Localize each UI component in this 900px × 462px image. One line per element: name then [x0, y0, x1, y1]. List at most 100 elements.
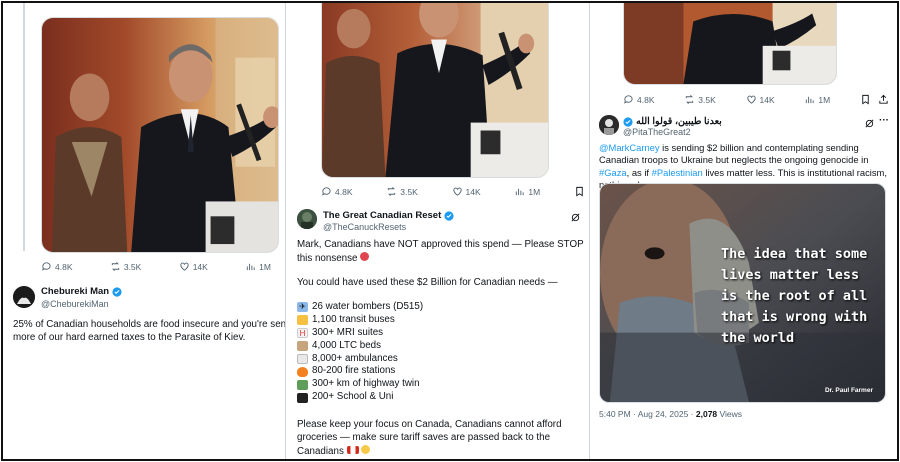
repost-icon	[686, 95, 694, 104]
heart-icon	[746, 95, 756, 104]
reply-icon	[42, 262, 51, 271]
list-item: 1,100 transit buses	[297, 314, 587, 327]
bookmark-icon	[576, 186, 583, 197]
views-count: 1M	[259, 261, 271, 272]
verified-badge-icon	[112, 286, 122, 297]
grok-icon[interactable]	[570, 210, 581, 228]
tweet-panel-chebureki: 4.8K 3.5K 14K 1M Chebureki Man @Cheburek…	[3, 3, 286, 459]
photo-illustration	[624, 3, 836, 84]
author-handle[interactable]: @CheburekiMan	[41, 299, 109, 309]
grok-icon-glyph	[865, 119, 874, 128]
list-item: ✈ 26 water bombers (D515)	[297, 301, 587, 314]
canada-flag-emoji	[346, 445, 359, 454]
hospital-emoji: H	[297, 328, 308, 339]
like-button[interactable]: 14K	[179, 261, 208, 272]
list-item-text: 80-200 fire stations	[312, 365, 396, 377]
list-item-text: 200+ School & Uni	[312, 391, 394, 403]
repost-button[interactable]: 3.5K	[386, 186, 418, 197]
tweet-intro: Mark, Canadians have NOT approved this s…	[297, 239, 587, 266]
avatar-image	[297, 209, 317, 229]
tweet-panel-pita: 4.8K 3.5K 14K 1M بعدنا طيبين، قولوا الله…	[591, 3, 897, 459]
avatar[interactable]	[13, 286, 35, 308]
views-icon	[246, 263, 255, 271]
repost-icon	[388, 187, 396, 196]
author-handle[interactable]: @PitaTheGreat2	[623, 127, 691, 137]
bus-emoji	[297, 315, 308, 326]
angry-face-emoji	[360, 251, 370, 261]
more-options-icon[interactable]: ···	[879, 115, 889, 126]
bookmark-button[interactable]	[574, 186, 585, 197]
image-signature: Dr. Paul Farmer	[824, 387, 873, 394]
reply-button[interactable]: 4.8K	[321, 186, 353, 197]
house-emoji	[297, 341, 308, 352]
views-total: 2,078	[695, 409, 718, 419]
tweet-photo-speech[interactable]	[41, 17, 279, 253]
hashtag-link[interactable]: #Gaza	[599, 167, 627, 178]
list-item-text: 1,100 transit buses	[312, 313, 395, 325]
author-name: بعدنا طيبين، قولوا الله	[636, 116, 722, 127]
repost-count: 3.5K	[123, 261, 142, 272]
repost-button[interactable]: 3.5K	[684, 94, 716, 105]
author-handle[interactable]: @TheCanuckResets	[323, 222, 406, 232]
author-name-row[interactable]: The Great Canadian Reset	[323, 210, 454, 221]
repost-count: 3.5K	[698, 94, 716, 105]
mention-link[interactable]: @MarkCarney	[599, 142, 660, 153]
tweet-photo-speech-2[interactable]	[321, 3, 549, 178]
like-button[interactable]: 14K	[452, 186, 481, 197]
bookmark-share-group	[860, 94, 889, 105]
tweet-intro-text: Mark, Canadians have NOT approved this s…	[297, 239, 584, 264]
tweet-photo-quote[interactable]: The idea that some lives matter less is …	[599, 183, 886, 403]
photo-illustration	[322, 3, 548, 177]
hashtag-link[interactable]: #Palestinian	[652, 167, 703, 178]
airplane-emoji: ✈	[297, 302, 308, 313]
reply-count: 4.8K	[637, 94, 655, 105]
graduation-cap-emoji	[297, 392, 308, 403]
like-button[interactable]: 14K	[746, 94, 775, 105]
tweet-timestamp[interactable]: 5:40 PM · Aug 24, 2025 ·	[599, 409, 696, 419]
tweet-actions: 4.8K 3.5K 14K 1M	[321, 186, 585, 197]
author-name-row[interactable]: بعدنا طيبين، قولوا الله	[623, 116, 722, 127]
screenshot-collage: 4.8K 3.5K 14K 1M Chebureki Man @Cheburek…	[1, 1, 899, 461]
like-count: 14K	[759, 94, 775, 105]
views-icon	[806, 96, 815, 104]
ambulance-emoji	[297, 354, 308, 364]
repost-count: 3.5K	[400, 186, 418, 197]
grok-icon[interactable]	[864, 116, 875, 134]
tweet-meta: 5:40 PM · Aug 24, 2025 · 2,078 Views	[599, 409, 742, 419]
fire-emoji	[297, 366, 308, 377]
views-icon	[516, 188, 525, 196]
reply-button[interactable]: 4.8K	[623, 94, 655, 105]
views-button[interactable]: 1M	[245, 261, 271, 272]
views-label: Views	[717, 409, 743, 419]
tweet-text: 25% of Canadian households are food inse…	[13, 319, 286, 343]
share-icon[interactable]	[878, 94, 889, 105]
author-name: Chebureki Man	[41, 286, 110, 297]
list-item: 8,000+ ambulances	[297, 353, 587, 366]
avatar[interactable]	[599, 115, 619, 135]
list-item: H 300+ MRI suites	[297, 327, 587, 340]
tweet-panel-great-canadian-reset: 4.8K 3.5K 14K 1M The Great Canadian Rese…	[287, 3, 590, 459]
author-name-row[interactable]: Chebureki Man	[41, 286, 122, 297]
avatar[interactable]	[297, 209, 317, 229]
like-count: 14K	[192, 261, 208, 272]
photo-illustration	[42, 18, 278, 252]
list-item: 200+ School & Uni	[297, 391, 587, 404]
tweet-actions: 4.8K 3.5K 14K 1M	[623, 94, 889, 105]
reply-button[interactable]: 4.8K	[41, 261, 73, 272]
tweet-closing: Please keep your focus on Canada, Canadi…	[297, 419, 589, 459]
repost-button[interactable]: 3.5K	[110, 261, 142, 272]
image-quote-text: The idea that some lives matter less is …	[721, 246, 868, 346]
heart-icon	[180, 262, 189, 271]
verified-badge-icon	[623, 116, 633, 127]
list-item: 4,000 LTC beds	[297, 340, 587, 353]
views-button[interactable]: 1M	[804, 94, 830, 105]
smile-emoji	[361, 444, 371, 454]
tweet-photo-speech-3[interactable]	[623, 3, 837, 85]
like-count: 14K	[465, 186, 481, 197]
views-button[interactable]: 1M	[514, 186, 540, 197]
reply-count: 4.8K	[335, 186, 353, 197]
repost-icon	[111, 262, 120, 271]
list-item-text: 26 water bombers (D515)	[312, 301, 424, 312]
bookmark-icon[interactable]	[860, 94, 871, 105]
reply-icon	[322, 187, 331, 196]
